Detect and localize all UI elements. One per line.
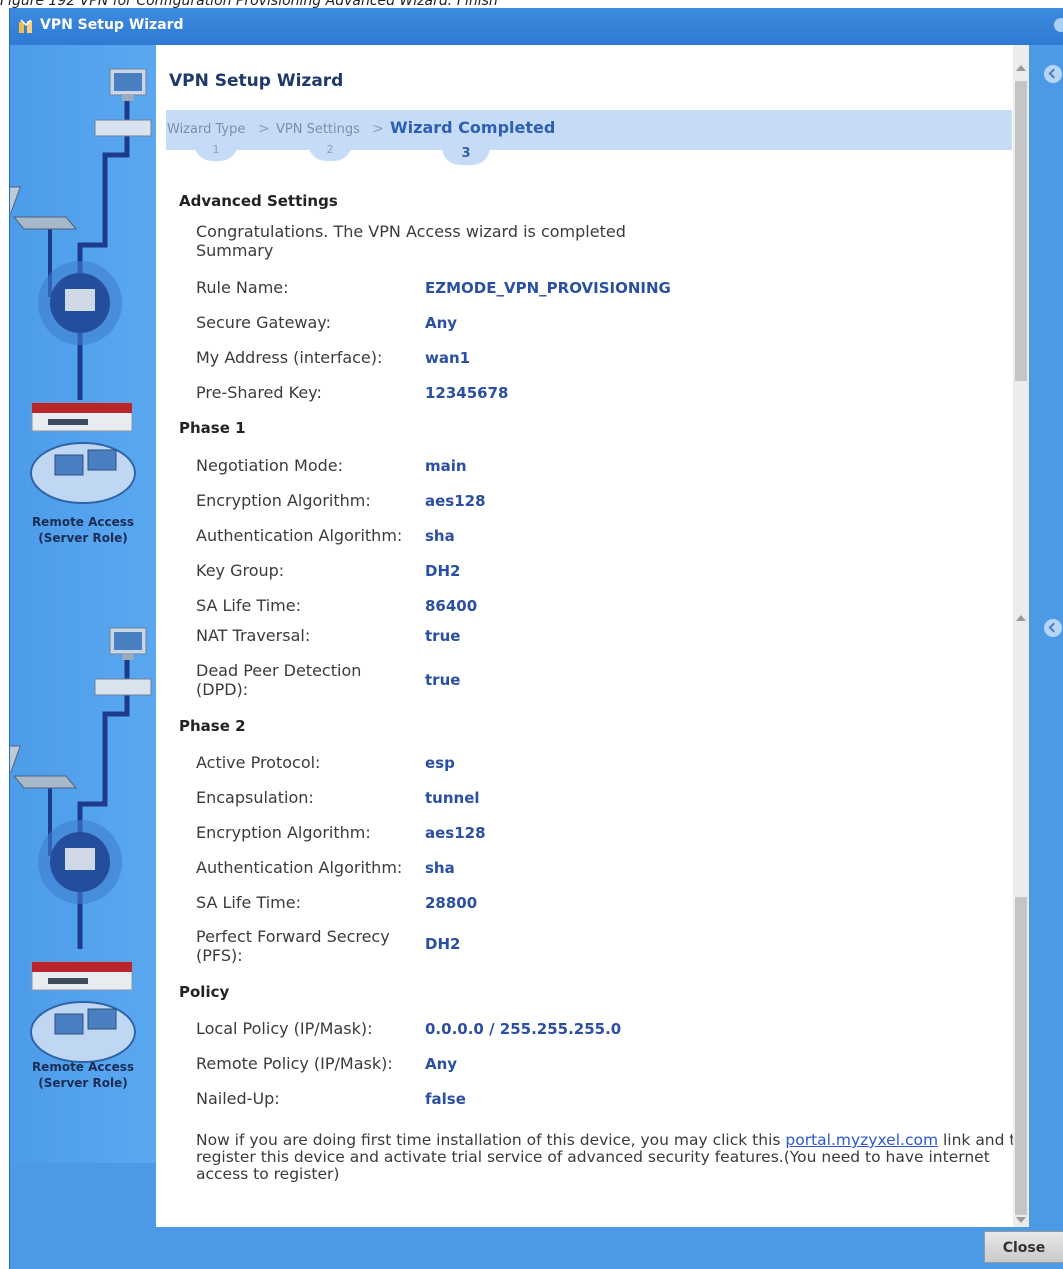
close-button[interactable]: Close bbox=[984, 1231, 1063, 1263]
policy-row-label: Local Policy (IP/Mask): bbox=[196, 1019, 373, 1038]
advanced-settings-heading: Advanced Settings bbox=[179, 192, 338, 210]
summary-row-value: EZMODE_VPN_PROVISIONING bbox=[425, 279, 671, 297]
policy-row-value: 0.0.0.0 / 255.255.255.0 bbox=[425, 1020, 622, 1038]
policy-row-value: false bbox=[425, 1090, 466, 1108]
phase1-row-label: Negotiation Mode: bbox=[196, 456, 343, 475]
phase2-row-label: Perfect Forward Secrecy (PFS): bbox=[196, 927, 390, 965]
figure-caption: Figure 192 VPN for Configuration Provisi… bbox=[0, 0, 498, 8]
policy-row-value: Any bbox=[425, 1055, 458, 1073]
content-title: VPN Setup Wizard bbox=[169, 71, 344, 91]
window-title: VPN Setup Wizard bbox=[40, 17, 184, 33]
chevron-right-icon: > bbox=[372, 121, 384, 137]
policy-heading: Policy bbox=[179, 983, 230, 1001]
phase2-row-value: DH2 bbox=[425, 935, 461, 953]
phase1-row-label: Dead Peer Detection (DPD): bbox=[196, 661, 362, 699]
summary-row-value: 12345678 bbox=[425, 384, 509, 402]
phase2-row-label: Encryption Algorithm: bbox=[196, 823, 371, 842]
scroll-thumb[interactable] bbox=[1015, 81, 1027, 381]
summary-row-label: Secure Gateway: bbox=[196, 313, 331, 332]
summary-row-value: Any bbox=[425, 314, 458, 332]
phase2-row-value: tunnel bbox=[425, 789, 480, 807]
summary-row-label: Pre-Shared Key: bbox=[196, 383, 322, 402]
phase1-row-value: sha bbox=[425, 527, 455, 545]
phase1-row-label: Authentication Algorithm: bbox=[196, 526, 403, 545]
sidebar-panel-bottom: Remote Access (Server Role) bbox=[10, 604, 156, 1163]
step-wizard-completed: Wizard Completed bbox=[390, 118, 556, 137]
collapse-panel-icon[interactable] bbox=[1044, 619, 1062, 637]
step-number-3: 3 bbox=[442, 141, 490, 165]
side-collapse-strip bbox=[1029, 45, 1063, 1227]
wizard-content: VPN Setup Wizard Wizard Type > VPN Setti… bbox=[156, 45, 1013, 1227]
phase2-row-value: sha bbox=[425, 859, 455, 877]
policy-row-label: Nailed-Up: bbox=[196, 1089, 280, 1108]
phase1-row-value: main bbox=[425, 457, 467, 475]
summary-label: Summary bbox=[196, 241, 274, 260]
phase1-row-value: true bbox=[425, 627, 461, 645]
phase1-row-value: true bbox=[425, 671, 461, 689]
phase1-row-value: DH2 bbox=[425, 562, 461, 580]
wizard-steps: Wizard Type > VPN Settings > Wizard Comp… bbox=[166, 110, 1012, 150]
phase2-row-label: Authentication Algorithm: bbox=[196, 858, 403, 877]
phase2-row-label: Active Protocol: bbox=[196, 753, 321, 772]
phase1-row-value: aes128 bbox=[425, 492, 486, 510]
collapse-panel-icon[interactable] bbox=[1044, 65, 1062, 83]
sidebar-panel-top: Remote Access (Server Role) bbox=[10, 45, 156, 604]
window-close-icon[interactable] bbox=[1054, 18, 1063, 32]
summary-row-value: wan1 bbox=[425, 349, 471, 367]
scroll-thumb[interactable] bbox=[1015, 897, 1027, 1215]
phase2-row-label: SA Life Time: bbox=[196, 893, 301, 912]
summary-row-label: My Address (interface): bbox=[196, 348, 383, 367]
step-number-1: 1 bbox=[194, 143, 238, 161]
phase1-heading: Phase 1 bbox=[179, 419, 246, 437]
scroll-up-arrow-icon[interactable] bbox=[1016, 615, 1026, 621]
phase1-row-value: 86400 bbox=[425, 597, 478, 615]
scroll-up-arrow-icon[interactable] bbox=[1016, 65, 1026, 71]
phase2-row-label: Encapsulation: bbox=[196, 788, 314, 807]
portal-link[interactable]: portal.myzyxel.com bbox=[785, 1131, 938, 1149]
scroll-down-arrow-icon[interactable] bbox=[1016, 1217, 1026, 1223]
phase1-row-label: Encryption Algorithm: bbox=[196, 491, 371, 510]
registration-note: Now if you are doing first time installa… bbox=[196, 1131, 1013, 1183]
phase1-row-label: NAT Traversal: bbox=[196, 626, 311, 645]
vpn-wizard-window: VPN Setup Wizard Remote Access (Server R… bbox=[9, 8, 1063, 1269]
summary-row-label: Rule Name: bbox=[196, 278, 289, 297]
phase1-row-label: Key Group: bbox=[196, 561, 285, 580]
step-number-2: 2 bbox=[308, 143, 352, 161]
sidebar: Remote Access (Server Role) Remote Acces… bbox=[10, 45, 156, 1227]
phase2-heading: Phase 2 bbox=[179, 717, 246, 735]
sidebar-role-label: Remote Access (Server Role) bbox=[31, 515, 135, 545]
bottom-bar: Close bbox=[10, 1227, 1063, 1269]
title-bar[interactable]: VPN Setup Wizard bbox=[10, 8, 1063, 45]
wizard-icon bbox=[19, 19, 32, 33]
policy-row-label: Remote Policy (IP/Mask): bbox=[196, 1054, 393, 1073]
sidebar-role-label: Remote Access (Server Role) bbox=[31, 1060, 135, 1090]
congrats-text: Congratulations. The VPN Access wizard i… bbox=[196, 222, 626, 241]
step-vpn-settings[interactable]: VPN Settings bbox=[276, 122, 360, 137]
phase1-row-label: SA Life Time: bbox=[196, 596, 301, 615]
phase2-row-value: esp bbox=[425, 754, 455, 772]
phase2-row-value: 28800 bbox=[425, 894, 478, 912]
vertical-scrollbar[interactable] bbox=[1013, 45, 1029, 1227]
phase2-row-value: aes128 bbox=[425, 824, 486, 842]
step-wizard-type[interactable]: Wizard Type bbox=[167, 122, 245, 137]
chevron-right-icon: > bbox=[258, 121, 270, 137]
